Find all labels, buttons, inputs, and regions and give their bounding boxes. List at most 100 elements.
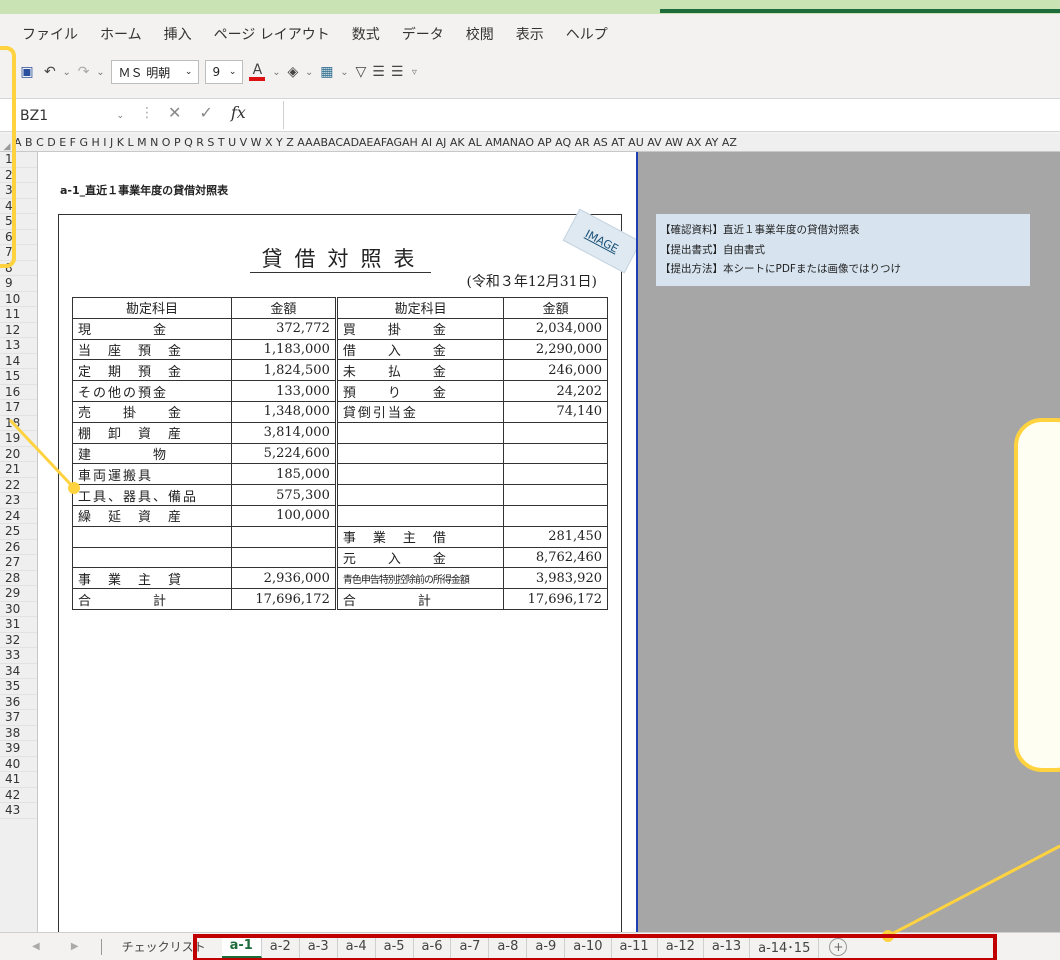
row-number[interactable]: 19	[0, 431, 37, 447]
table-cell: 棚 卸 資 産	[72, 421, 232, 444]
sheet-tab[interactable]: a-9	[527, 935, 566, 958]
column-header: 金額	[230, 297, 337, 319]
row-number[interactable]: 9	[0, 276, 37, 292]
highlight-callout-left	[0, 46, 16, 268]
row-number[interactable]: 18	[0, 416, 37, 431]
formula-input[interactable]	[283, 101, 1060, 129]
row-number[interactable]: 26	[0, 540, 37, 555]
table-cell	[230, 546, 337, 569]
insert-function-icon[interactable]: fx	[231, 103, 246, 122]
row-number[interactable]: 36	[0, 695, 37, 710]
sheet-tab[interactable]: a-13	[704, 935, 751, 958]
cancel-icon[interactable]: ✕	[168, 103, 181, 122]
table-cell: 工具、器具、備品	[72, 484, 232, 506]
table-cell: その他の預金	[72, 380, 232, 402]
borders-dropdown-icon[interactable]: ⌄	[339, 60, 349, 84]
sheet-tab[interactable]: a-11	[612, 935, 658, 958]
row-number[interactable]: 21	[0, 462, 37, 478]
name-box[interactable]: BZ1 ⌄	[12, 104, 130, 128]
row-number[interactable]: 30	[0, 602, 37, 617]
confirm-icon[interactable]: ✓	[199, 103, 212, 122]
quick-toolbar: ▣ ↶ ⌄ ↷ ⌄ ＭＳ 明朝 ⌄ 9 ⌄ A ⌄ ◈ ⌄ ▦ ⌄ ▽ ☰ ☰ ▿	[0, 54, 1060, 90]
save-icon[interactable]: ▣	[16, 60, 38, 84]
menu-item[interactable]: 校閲	[466, 24, 494, 44]
menu-item[interactable]: ヘルプ	[566, 24, 608, 44]
column-letters[interactable]: A B C D E F G H I J K L M N O P Q R S T …	[14, 134, 737, 151]
sheet-tab[interactable]: a-10	[565, 935, 612, 958]
font-name-select[interactable]: ＭＳ 明朝 ⌄	[111, 60, 200, 84]
sheet-tab[interactable]: a-6	[414, 935, 452, 958]
row-number[interactable]: 15	[0, 369, 37, 385]
row-number[interactable]: 12	[0, 323, 37, 338]
fill-dropdown-icon[interactable]: ⌄	[304, 60, 314, 84]
sheet-tab[interactable]: a-3	[300, 935, 338, 958]
sheet-tab[interactable]: a-12	[658, 935, 704, 958]
redo-dropdown-icon[interactable]: ⌄	[95, 60, 105, 84]
redo-icon[interactable]: ↷	[78, 60, 90, 84]
row-number[interactable]: 32	[0, 633, 37, 648]
sheet-tab[interactable]: a-4	[338, 935, 376, 958]
row-number[interactable]: 11	[0, 307, 37, 323]
menu-item[interactable]: 表示	[516, 24, 544, 44]
row-number[interactable]: 40	[0, 757, 37, 772]
row-number[interactable]: 29	[0, 586, 37, 602]
table-row: 合 計 17,696,172 合 計 17,696,172	[72, 588, 608, 610]
menu-item[interactable]: ファイル	[22, 24, 78, 44]
row-number[interactable]: 41	[0, 772, 37, 788]
indent-increase-icon[interactable]: ☰	[372, 60, 385, 84]
font-color-swatch	[249, 77, 266, 81]
row-number[interactable]: 33	[0, 648, 37, 664]
menu-item[interactable]: ページ レイアウト	[214, 24, 330, 44]
row-number[interactable]: 14	[0, 354, 37, 369]
row-number[interactable]: 28	[0, 571, 37, 586]
font-color-button[interactable]: A	[249, 60, 266, 84]
filter-icon[interactable]: ▽	[355, 60, 366, 84]
table-cell: 1,348,000	[230, 400, 337, 423]
indent-decrease-icon[interactable]: ☰	[391, 60, 404, 84]
pasted-balance-sheet[interactable]: IMAGE 貸借対照表 (令和３年12月31日) 勘定科目 金額 勘定科目 金額現 金…	[58, 208, 642, 944]
font-color-dropdown-icon[interactable]: ⌄	[271, 60, 281, 84]
row-number[interactable]: 35	[0, 679, 37, 695]
menu-item[interactable]: 数式	[352, 24, 380, 44]
column-header: 金額	[503, 297, 608, 319]
table-cell: 281,450	[503, 525, 608, 548]
undo-dropdown-icon[interactable]: ⌄	[62, 60, 72, 84]
sheet-tab-checklist[interactable]: チェックリスト	[114, 936, 222, 958]
menu-item[interactable]: ホーム	[100, 24, 142, 44]
add-sheet-icon[interactable]: +	[829, 937, 848, 956]
row-number[interactable]: 31	[0, 617, 37, 633]
sheet-tab[interactable]: a-7	[451, 935, 490, 958]
font-size-select[interactable]: 9 ⌄	[205, 60, 244, 84]
table-cell: 372,772	[230, 317, 337, 340]
menu-item[interactable]: 挿入	[164, 24, 192, 44]
row-number[interactable]: 39	[0, 741, 37, 757]
row-number[interactable]: 24	[0, 509, 37, 524]
table-cell: 74,140	[503, 400, 608, 423]
row-number[interactable]: 16	[0, 385, 37, 400]
undo-icon[interactable]: ↶	[44, 60, 56, 84]
borders-icon[interactable]: ▦	[320, 60, 333, 84]
row-number[interactable]: 43	[0, 803, 37, 819]
row-number[interactable]: 27	[0, 555, 37, 571]
sheet-tab[interactable]: a-5	[376, 935, 414, 958]
row-number[interactable]: 22	[0, 478, 37, 493]
row-number[interactable]: 10	[0, 292, 37, 307]
row-number[interactable]: 13	[0, 338, 37, 354]
sheet-tab[interactable]: a-1	[221, 935, 262, 958]
fill-color-icon[interactable]: ◈	[287, 60, 298, 84]
row-number[interactable]: 34	[0, 664, 37, 679]
row-number[interactable]: 25	[0, 524, 37, 540]
row-number[interactable]: 20	[0, 447, 37, 462]
customize-toolbar-icon[interactable]: ▿	[409, 60, 419, 84]
row-number[interactable]: 23	[0, 493, 37, 509]
row-number[interactable]: 37	[0, 710, 37, 726]
sheet-tab[interactable]: a-14･15	[750, 935, 820, 958]
sheet-tab[interactable]: a-8	[489, 935, 528, 958]
menu-item[interactable]: データ	[402, 24, 444, 44]
row-number[interactable]: 17	[0, 400, 37, 416]
table-cell: 17,696,172	[230, 588, 337, 610]
tab-scroll-arrows[interactable]: ◀ ▶	[32, 941, 93, 952]
sheet-tab[interactable]: a-2	[262, 935, 300, 958]
row-number[interactable]: 38	[0, 726, 37, 741]
row-number[interactable]: 42	[0, 788, 37, 803]
